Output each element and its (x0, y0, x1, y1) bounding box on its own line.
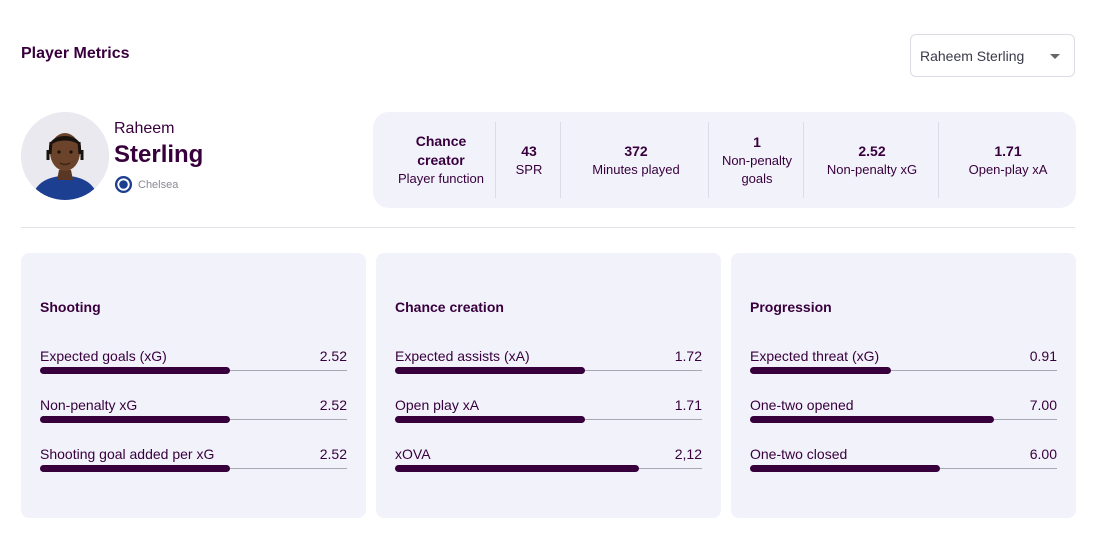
metric-row: xOVA 2,12 (395, 446, 702, 486)
metric-value: 7.00 (1029, 397, 1057, 413)
stat-label: SPR (515, 161, 543, 177)
metric-row: Expected threat (xG) 0.91 (750, 348, 1057, 388)
metric-label: Expected goals (xG) (40, 348, 167, 364)
player-summary-panel: Chance creator Player function 43 SPR 37… (373, 112, 1076, 208)
metric-label: Expected threat (xG) (750, 348, 880, 364)
stat-label: Player function (398, 171, 484, 186)
card-title: Shooting (40, 299, 101, 315)
stat-label: Non-penalty goals (721, 152, 793, 186)
stat-label: Minutes played (592, 161, 680, 177)
metric-label: xOVA (395, 446, 431, 462)
stat-divider (708, 122, 709, 198)
metric-value: 1.71 (674, 397, 702, 413)
metric-row: Non-penalty xG 2.52 (40, 397, 347, 437)
metric-bar-fill (395, 416, 586, 423)
club-badge-icon (114, 175, 133, 194)
stat-minutes-played: 372 Minutes played (562, 112, 710, 208)
card-chance-creation: Chance creation Expected assists (xA) 1.… (376, 253, 721, 518)
metric-value: 1.72 (674, 348, 702, 364)
metric-row: Open play xA 1.71 (395, 397, 702, 437)
metric-bar-fill (40, 416, 231, 423)
stat-label: Non-penalty xG (826, 161, 918, 177)
metric-label: Open play xA (395, 397, 480, 413)
metric-label: One-two closed (750, 446, 848, 462)
card-shooting: Shooting Expected goals (xG) 2.52 Non-pe… (21, 253, 366, 518)
player-last-name: Sterling (114, 141, 204, 168)
stat-player-function: Chance creator Player function (385, 112, 497, 208)
metric-value: 2.52 (319, 397, 347, 413)
card-progression: Progression Expected threat (xG) 0.91 On… (731, 253, 1076, 518)
stat-value: 1.71 (994, 142, 1022, 159)
metric-bar-fill (750, 367, 892, 374)
metric-bar-fill (395, 465, 640, 472)
metric-label: Shooting goal added per xG (40, 446, 215, 462)
stat-divider (495, 122, 496, 198)
metric-value: 2,12 (674, 446, 702, 462)
stat-value: 2.52 (858, 142, 886, 159)
metric-bar-fill (40, 367, 231, 374)
card-title: Chance creation (395, 299, 504, 315)
metric-value: 6.00 (1029, 446, 1057, 462)
card-title: Progression (750, 299, 832, 315)
stat-divider (560, 122, 561, 198)
player-club: Chelsea (114, 175, 178, 194)
metric-bar-fill (750, 416, 995, 423)
metric-label: Non-penalty xG (40, 397, 138, 413)
metric-label: Expected assists (xA) (395, 348, 530, 364)
metric-label: One-two opened (750, 397, 854, 413)
metric-row: One-two closed 6.00 (750, 446, 1057, 486)
stat-non-penalty-goals: 1 Non-penalty goals (710, 112, 804, 208)
stat-label: Open-play xA (968, 161, 1048, 177)
metric-row: Shooting goal added per xG 2.52 (40, 446, 347, 486)
stat-spr: 43 SPR (497, 112, 561, 208)
stat-value: 1 (753, 133, 761, 150)
stat-value: 43 (521, 142, 537, 159)
metric-bar-fill (750, 465, 941, 472)
metric-value: 2.52 (319, 446, 347, 462)
stat-non-penalty-xg: 2.52 Non-penalty xG (805, 112, 939, 208)
metric-value: 0.91 (1029, 348, 1057, 364)
stat-divider (803, 122, 804, 198)
club-name: Chelsea (138, 178, 179, 191)
avatar (21, 112, 109, 200)
metric-row: Expected goals (xG) 2.52 (40, 348, 347, 388)
stat-open-play-xa: 1.71 Open-play xA (940, 112, 1076, 208)
stat-value: Chance creator (415, 133, 467, 168)
page-title: Player Metrics (21, 45, 130, 62)
stat-divider (938, 122, 939, 198)
caret-down-icon (1050, 54, 1060, 59)
player-select-dropdown[interactable]: Raheem Sterling (910, 34, 1075, 77)
player-select-value: Raheem Sterling (920, 47, 1025, 64)
metric-value: 2.52 (319, 348, 347, 364)
section-divider (21, 227, 1075, 228)
metric-bar-fill (395, 367, 586, 374)
metric-row: One-two opened 7.00 (750, 397, 1057, 437)
metric-bar-fill (40, 465, 231, 472)
metric-row: Expected assists (xA) 1.72 (395, 348, 702, 388)
stat-value: 372 (624, 142, 648, 159)
player-first-name: Raheem (114, 120, 175, 137)
